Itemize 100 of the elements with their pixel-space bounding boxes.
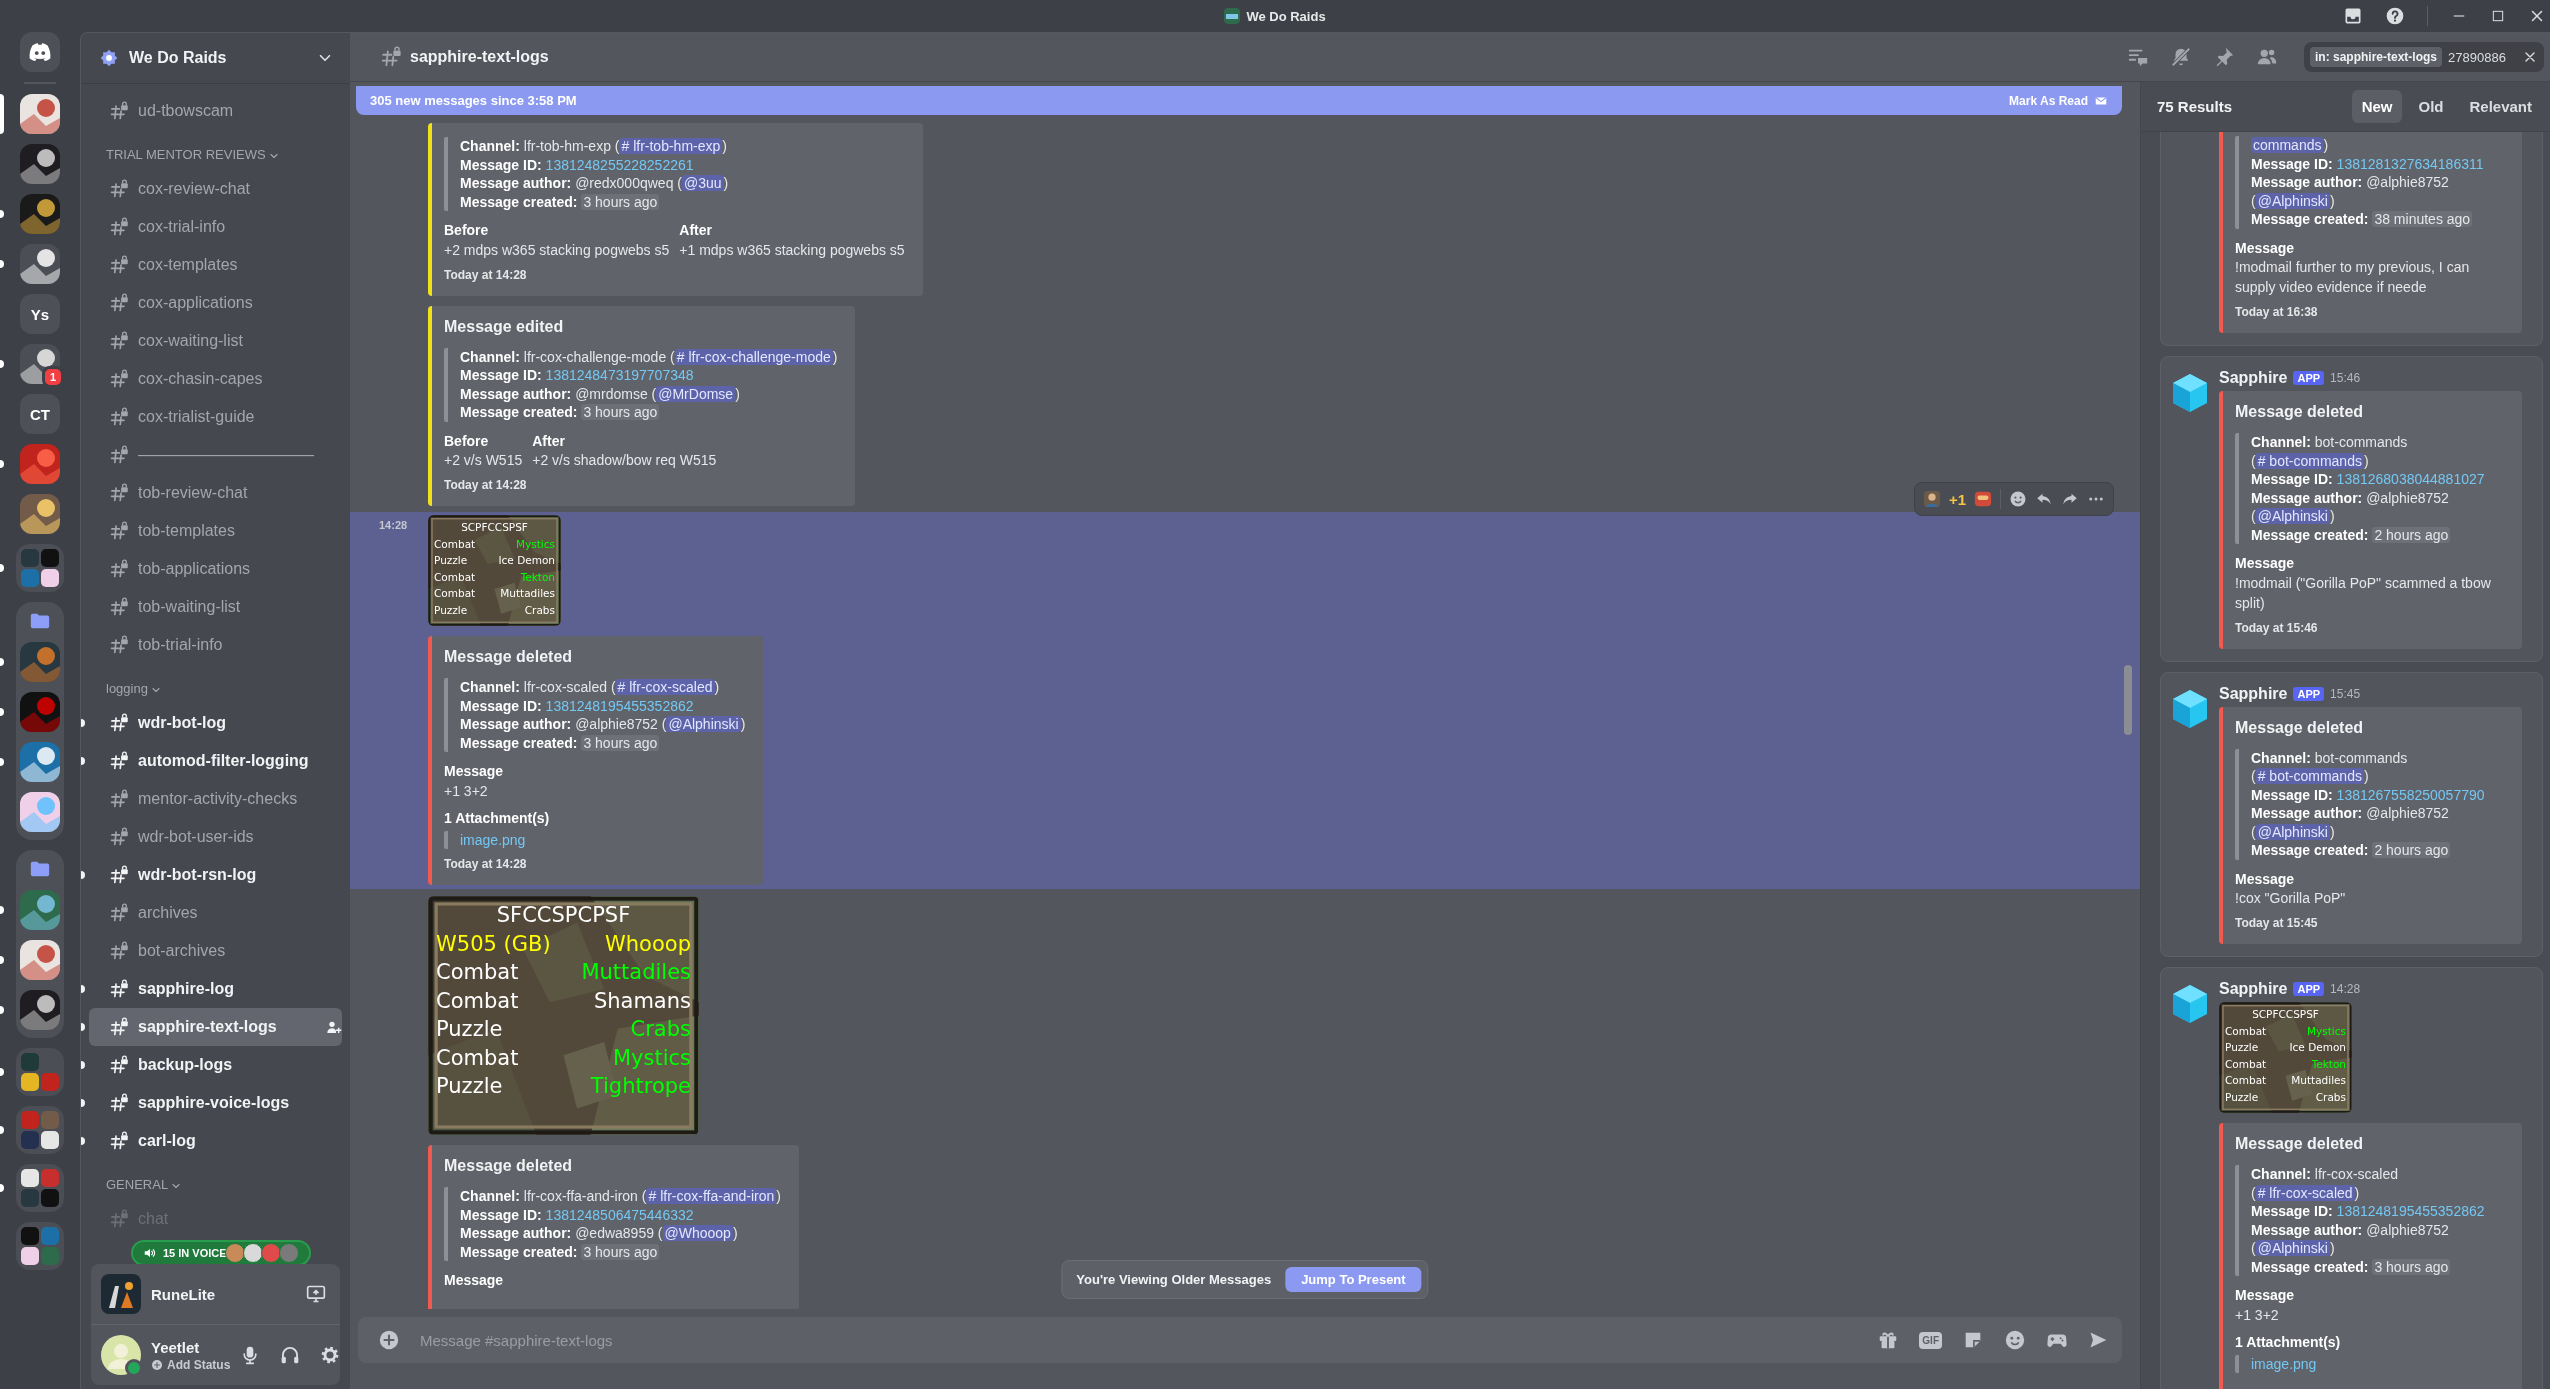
author-name[interactable]: Sapphire: [2219, 684, 2288, 703]
server-folder[interactable]: [16, 1106, 64, 1154]
channel-item[interactable]: bot-archives: [89, 932, 342, 970]
server-icon[interactable]: [20, 144, 60, 184]
mention-link[interactable]: @MrDomse: [656, 385, 736, 402]
mention-link[interactable]: @Alphinski: [2255, 508, 2330, 524]
reaction-emoji-icon[interactable]: [1922, 490, 1941, 508]
add-member-icon[interactable]: [326, 1019, 342, 1035]
server-icon[interactable]: [20, 940, 60, 980]
channel-item[interactable]: ud-tbowscam: [89, 92, 342, 130]
mark-as-read-button[interactable]: Mark As Read: [2009, 93, 2108, 108]
channel-item[interactable]: sapphire-log: [89, 970, 342, 1008]
server-icon[interactable]: [20, 792, 60, 832]
mention-link[interactable]: @3uu: [681, 175, 724, 191]
search-result-card[interactable]: [2160, 967, 2543, 1389]
message-id-link[interactable]: 1381248195455352862: [545, 697, 694, 714]
server-icon[interactable]: [20, 990, 60, 1030]
message-id-link[interactable]: 1381281327634186311: [2336, 155, 2484, 172]
channel-item[interactable]: cox-applications: [89, 284, 342, 322]
channel-item[interactable]: carl-log: [89, 1122, 342, 1160]
emoji-icon[interactable]: [2004, 1329, 2026, 1351]
mention-link[interactable]: # lfr-tob-hm-exp: [619, 138, 723, 154]
channel-item[interactable]: cox-waiting-list: [89, 322, 342, 360]
reaction-emoji-icon[interactable]: [1974, 490, 1992, 508]
gif-button[interactable]: GIF: [1919, 1331, 1942, 1349]
channel-item[interactable]: wdr-bot-rsn-log: [89, 856, 342, 894]
attachment-link[interactable]: image.png: [460, 832, 526, 848]
channel-item[interactable]: tob-trial-info: [89, 626, 342, 664]
channel-item[interactable]: tob-templates: [89, 512, 342, 550]
mention-link[interactable]: @Alphinski: [2255, 1240, 2330, 1256]
message-id-link[interactable]: 1381267558250057790: [2336, 786, 2485, 803]
category-label[interactable]: logging: [106, 681, 148, 696]
channel-item[interactable]: mentor-activity-checks: [89, 780, 342, 818]
channel-item[interactable]: automod-filter-logging: [89, 742, 342, 780]
mention-link[interactable]: commands: [2251, 137, 2324, 153]
search-result-card[interactable]: [2160, 356, 2543, 662]
search-result-card[interactable]: [2160, 132, 2543, 346]
channel-item[interactable]: wdr-bot-user-ids: [89, 818, 342, 856]
message-input[interactable]: Message #sapphire-text-logs GIF: [358, 1317, 2122, 1363]
mention-link[interactable]: # lfr-cox-scaled: [615, 679, 715, 695]
author-name[interactable]: Sapphire: [2219, 369, 2288, 387]
scrollbar-thumb[interactable]: [2124, 665, 2132, 735]
screen-share-icon[interactable]: [306, 1284, 326, 1304]
mention-link[interactable]: @Alphinski: [2255, 823, 2330, 840]
server-folder[interactable]: [16, 1222, 64, 1270]
mention-link[interactable]: # bot-commands: [2255, 768, 2364, 784]
settings-icon[interactable]: [320, 1345, 341, 1365]
attachment-link[interactable]: image.png: [2251, 1356, 2317, 1372]
server-folder[interactable]: [16, 1048, 64, 1096]
server-folder[interactable]: [16, 1164, 64, 1212]
server-icon[interactable]: [20, 742, 60, 782]
mention-link[interactable]: # lfr-cox-scaled: [2255, 1184, 2355, 1201]
sort-tab[interactable]: Old: [2408, 90, 2454, 123]
mention-link[interactable]: @Alphinski: [666, 716, 741, 732]
channel-item[interactable]: backup-logs: [89, 1046, 342, 1084]
headphones-icon[interactable]: [280, 1345, 301, 1365]
send-icon[interactable]: [2088, 1330, 2108, 1350]
channel-item[interactable]: tob-applications: [89, 550, 342, 588]
sort-tab[interactable]: Relevant: [2459, 90, 2542, 123]
new-messages-bar[interactable]: 305 new messages since 3:58 PM Mark As Read: [356, 86, 2122, 115]
add-status-button[interactable]: Add Status: [151, 1357, 231, 1372]
server-icon[interactable]: [20, 494, 60, 534]
server-icon[interactable]: [20, 194, 60, 234]
search-field[interactable]: in: sapphire-text-logs 27890886: [2304, 42, 2544, 72]
message-id-link[interactable]: 1381268038044881027: [2336, 471, 2485, 487]
message-id-link[interactable]: 1381248506475446332: [545, 1206, 694, 1223]
channel-item[interactable]: tob-waiting-list: [89, 588, 342, 626]
channel-item[interactable]: cox-trialist-guide: [89, 398, 342, 436]
jump-to-present-button[interactable]: Jump To Present: [1285, 1267, 1422, 1292]
server-folder[interactable]: [16, 544, 64, 592]
mute-bell-icon[interactable]: [2170, 46, 2192, 68]
server-header[interactable]: We Do Raids: [81, 33, 350, 84]
message-id-link[interactable]: 1381248195455352862: [2336, 1203, 2485, 1219]
category-label[interactable]: TRIAL MENTOR REVIEWS: [106, 147, 266, 162]
mention-link[interactable]: @Whooop: [662, 1225, 733, 1241]
mention-link[interactable]: # lfr-cox-challenge-mode: [674, 348, 833, 365]
server-button[interactable]: CT: [20, 394, 60, 434]
channel-item[interactable]: cox-templates: [89, 246, 342, 284]
mention-link[interactable]: @Alphinski: [2255, 192, 2330, 209]
channel-item[interactable]: cox-trial-info: [89, 208, 342, 246]
maximize-icon[interactable]: [2490, 8, 2506, 24]
inbox-icon[interactable]: [2343, 6, 2363, 26]
add-attachment-icon[interactable]: [378, 1329, 400, 1351]
channel-item[interactable]: sapphire-voice-logs: [89, 1084, 342, 1122]
sort-tab[interactable]: New: [2351, 90, 2403, 123]
channel-item[interactable]: cox-chasin-capes: [89, 360, 342, 398]
server-icon[interactable]: [20, 94, 60, 134]
voice-status-pill[interactable]: 15 IN VOICE: [131, 1240, 311, 1266]
home-button[interactable]: [20, 32, 60, 72]
channel-item[interactable]: ———————————: [89, 436, 342, 474]
channel-item[interactable]: cox-review-chat: [89, 170, 342, 208]
reaction-button[interactable]: +1: [1948, 490, 1966, 508]
help-icon[interactable]: [2385, 6, 2405, 26]
add-reaction-icon[interactable]: [2009, 490, 2027, 508]
message-id-link[interactable]: 1381248255228252261: [545, 156, 694, 173]
mention-link[interactable]: # bot-commands: [2255, 452, 2364, 469]
author-name[interactable]: Sapphire: [2219, 980, 2288, 998]
search-result-card[interactable]: [2160, 671, 2543, 957]
server-button[interactable]: Ys: [20, 294, 60, 334]
message-id-link[interactable]: 1381248473197707348: [545, 367, 694, 383]
